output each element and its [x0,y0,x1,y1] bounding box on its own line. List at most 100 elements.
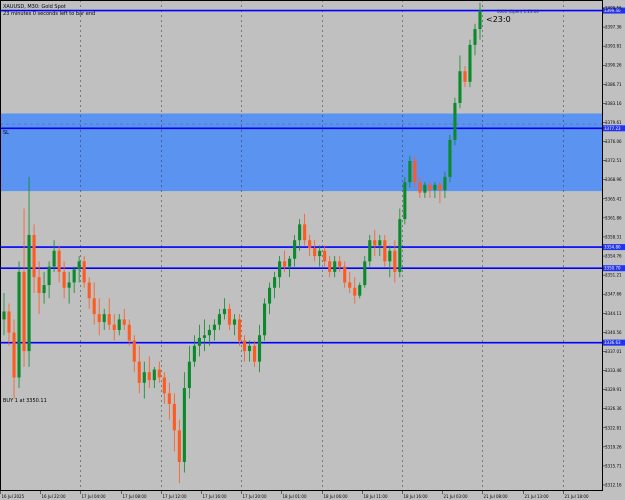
position-label: BUY 1 at 3350.11 [3,398,47,404]
x-tick-label: 17 Jul 20:00 [243,494,267,499]
y-tick-label: 3372.51 [605,158,622,163]
y-tick-label: 3397.36 [605,25,622,30]
candle-body [132,340,136,362]
candle-body [112,324,116,330]
candle-body [17,271,21,378]
candle-body [222,308,227,315]
candle-body [37,277,41,294]
y-tick-label: 3365.41 [605,196,622,201]
x-tick-label: 16 Jul 2025 [2,494,25,499]
candle-body [72,269,76,283]
x-tick-label: 17 Jul 08:00 [123,494,147,499]
x-tick-label: 21 Jul 18:00 [565,494,589,499]
candle-body [122,319,126,325]
y-tick-label: 3347.66 [605,292,622,297]
y-tick-label: 3337.01 [605,349,622,354]
candle-body [77,261,81,270]
sl-label: SL [3,130,9,136]
trading-chart[interactable]: 3399.40 3377.23 3354.80 3350.70 3336.63 16 J… [0,0,625,500]
candle-body [448,139,452,177]
y-tick-label: 3390.26 [605,63,622,68]
candle-body [413,161,417,183]
y-tick-label: 3368.96 [605,177,622,182]
x-tick-label: 21 Jul 03:00 [444,494,468,499]
y-tick-label: 3319.26 [605,444,622,449]
candle-body [252,345,257,362]
candle-body [478,10,482,30]
candle-body [348,282,352,288]
candle-body [438,184,442,191]
candle-body [152,369,156,381]
y-tick-label: 3312.16 [605,483,622,488]
y-tick-label: 3393.81 [605,44,622,49]
candle-body [237,319,242,341]
candle-body [453,102,457,140]
y-tick-label: 3383.16 [605,101,622,106]
candle-body [157,369,161,378]
candle-body [473,29,477,45]
x-tick-label: 17 Jul 16:00 [203,494,227,499]
candle-body [42,285,46,294]
price-tag-label: 3377.23 [604,126,621,131]
candle-body [52,250,56,267]
candle-body [82,261,86,283]
candle-body [268,287,272,304]
candle-body [328,261,332,272]
y-tick-label: 3326.36 [605,406,622,411]
candle-body [388,250,392,262]
candle-body [232,319,237,325]
candle-body [433,184,437,191]
candle-body [12,332,16,378]
candle-body [62,271,66,288]
candle-body [207,329,211,336]
candle-body [192,345,196,362]
y-tick-label: 3322.81 [605,425,622,430]
candle-body [463,71,467,82]
x-tick-label: 21 Jul 08:00 [484,494,508,499]
candle-body [303,224,307,241]
x-tick-label: 18 Jul 06:00 [324,494,348,499]
candle-body [217,314,222,325]
chart-canvas[interactable]: 3399.403377.233354.803350.703336.63 16 J… [0,0,625,500]
candle-body [358,285,362,296]
candle-body [288,258,292,267]
y-tick-label: 3400.56 [605,6,622,11]
candle-body [408,161,412,183]
price-tag-label: 3336.63 [604,340,621,345]
candle-body [162,377,166,394]
countdown-label: <23:0 [486,15,511,24]
y-tick-label: 3386.71 [605,82,622,87]
candle-body [393,250,397,272]
top-line-label: 0001 (Open) 1.23.00 [497,9,539,14]
candle-body [107,314,111,325]
y-tick-label: 3333.46 [605,368,622,373]
candle-body [202,335,206,338]
x-tick-label: 21 Jul 13:00 [525,494,549,499]
candle-body [242,340,247,352]
candle-body [67,282,71,288]
candle-body [197,337,201,346]
candle-body [22,271,26,352]
candle-body [353,287,357,296]
candle-body [247,345,252,352]
candle-body [147,372,151,381]
candle-body [182,388,186,462]
x-tick-label: 16 Jul 22:00 [42,494,66,499]
candle-body [398,219,402,272]
y-tick-label: 3361.86 [605,215,622,220]
y-tick-label: 3379.61 [605,120,622,125]
y-tick-label: 3354.76 [605,254,622,259]
candle-body [318,250,322,257]
candle-body [212,324,216,330]
candle-body [333,261,337,272]
y-tick-label: 3344.11 [605,311,622,316]
x-tick-label: 17 Jul 12:00 [163,494,187,499]
candle-body [373,240,377,246]
candle-body [283,261,287,267]
candle-body [27,234,31,352]
candle-body [468,44,472,82]
candle-body [273,277,277,288]
candle-body [32,234,36,278]
candle-body [2,311,6,320]
price-tag-label: 3350.70 [604,266,621,271]
